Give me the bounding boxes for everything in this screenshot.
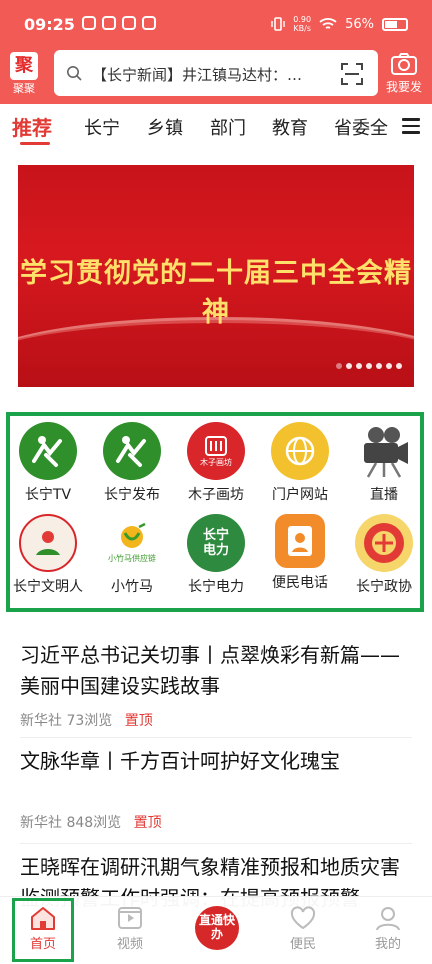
app-logo-label: 聚聚	[13, 82, 35, 95]
nav-video[interactable]: 视频	[100, 905, 160, 952]
shortcut-cppcc[interactable]: 长宁政协	[342, 514, 426, 596]
shortcut-service-phone[interactable]: 便民电话	[258, 514, 342, 592]
carousel-dot[interactable]	[366, 363, 372, 369]
channel-tabs: 推荐 长宁 乡镇 部门 教育 省委全	[0, 104, 432, 150]
active-tab-indicator	[20, 142, 50, 145]
news-meta: 新华社 848浏览 置顶	[20, 812, 412, 832]
phone-book-icon	[275, 514, 325, 568]
shortcut-live[interactable]: 直播	[342, 422, 426, 504]
news-item[interactable]: 习近平总书记关切事丨点翠焕彩有新篇——美丽中国建设实践故事 新华社 73浏览 置…	[20, 640, 412, 730]
search-bar[interactable]: 【长宁新闻】井江镇马达村：…	[54, 50, 378, 96]
banner-carousel[interactable]: 学习贯彻党的二十届三中全会精神	[18, 165, 414, 387]
scan-icon[interactable]	[340, 62, 364, 86]
vibrate-icon	[271, 17, 285, 31]
carousel-dot[interactable]	[396, 363, 402, 369]
tab-education[interactable]: 教育	[272, 114, 308, 140]
news-item[interactable]: 文脉华章丨千方百计呵护好文化瑰宝 新华社 848浏览 置顶	[20, 746, 412, 832]
muzi-studio-icon: 木子画坊	[187, 422, 245, 480]
carousel-dot[interactable]	[336, 363, 342, 369]
divider	[20, 843, 412, 844]
notification-icon	[82, 16, 96, 30]
home-highlight	[12, 898, 74, 962]
status-bar: 09:25 0.90 KB/s 56%	[0, 0, 432, 46]
tab-towns[interactable]: 乡镇	[147, 114, 183, 140]
pinned-badge: 置顶	[124, 713, 153, 729]
shortcut-label: 便民电话	[272, 575, 328, 591]
news-views: 73浏览	[66, 713, 113, 729]
video-icon	[118, 907, 142, 929]
shortcut-label: 长宁发布	[104, 487, 160, 503]
post-button-label: 我要发	[385, 80, 422, 94]
notification-icon	[102, 16, 116, 30]
shortcut-label: 门户网站	[272, 487, 328, 503]
changning-release-icon	[103, 422, 161, 480]
tab-recommend[interactable]: 推荐	[12, 112, 52, 141]
news-source: 新华社	[20, 713, 62, 729]
nav-service[interactable]: 便民	[273, 905, 333, 952]
app-logo[interactable]: 聚	[10, 52, 38, 80]
heart-icon	[290, 906, 316, 930]
live-camera-icon	[355, 422, 413, 480]
shortcut-label: 直播	[370, 487, 398, 503]
net-speed: 0.90 KB/s	[293, 15, 312, 33]
portal-website-icon	[271, 422, 329, 480]
changning-tv-icon	[19, 422, 77, 480]
power-icon: 长宁电力	[187, 514, 245, 572]
news-views: 848浏览	[66, 815, 122, 831]
shortcut-label: 长宁TV	[24, 487, 72, 503]
news-title[interactable]: 文脉华章丨千方百计呵护好文化瑰宝	[20, 746, 412, 777]
carousel-dot[interactable]	[386, 363, 392, 369]
shortcut-label: 长宁文明人	[13, 579, 83, 595]
status-right: 0.90 KB/s 56%	[271, 15, 408, 33]
divider	[20, 737, 412, 738]
search-input[interactable]: 【长宁新闻】井江镇马达村：…	[92, 64, 330, 85]
notification-icons	[82, 16, 156, 30]
shortcut-civilized-person[interactable]: 长宁文明人	[6, 514, 90, 596]
carousel-dots	[336, 363, 402, 369]
pinned-badge: 置顶	[133, 815, 162, 831]
shortcut-label: 长宁电力	[188, 579, 244, 595]
user-icon	[376, 907, 400, 931]
shortcut-bamboo-horse[interactable]: 小竹马供应链 小竹马	[90, 514, 174, 596]
wifi-icon	[319, 18, 337, 29]
carousel-dot[interactable]	[376, 363, 382, 369]
civilized-person-icon	[19, 514, 77, 572]
status-time: 09:25	[24, 15, 75, 34]
tiktok-icon	[142, 16, 156, 30]
shortcut-label: 长宁政协	[356, 579, 412, 595]
shortcut-power[interactable]: 长宁电力 长宁电力	[174, 514, 258, 596]
carousel-dot[interactable]	[356, 363, 362, 369]
shortcut-portal-website[interactable]: 门户网站	[258, 422, 342, 504]
express-service-button[interactable]: 直通快办	[195, 906, 239, 950]
battery-percent: 56%	[345, 16, 374, 32]
news-title[interactable]: 习近平总书记关切事丨点翠焕彩有新篇——美丽中国建设实践故事	[20, 640, 412, 702]
carousel-dot[interactable]	[346, 363, 352, 369]
bamboo-horse-icon: 小竹马供应链	[103, 514, 161, 572]
search-icon	[67, 66, 82, 81]
post-button[interactable]: 我要发	[384, 50, 424, 95]
tab-changning[interactable]: 长宁	[84, 114, 120, 140]
nav-mine[interactable]: 我的	[358, 905, 418, 952]
news-source: 新华社	[20, 815, 62, 831]
shortcut-muzi-studio[interactable]: 木子画坊 木子画坊	[174, 422, 258, 504]
banner-title: 学习贯彻党的二十届三中全会精神	[20, 258, 412, 328]
battery-icon	[382, 17, 408, 31]
camera-icon	[391, 53, 417, 75]
tab-departments[interactable]: 部门	[210, 114, 246, 140]
shortcut-label: 木子画坊	[188, 487, 244, 503]
cppcc-emblem-icon	[355, 514, 413, 572]
notification-icon	[122, 16, 136, 30]
menu-icon[interactable]	[402, 118, 420, 134]
shortcut-changning-release[interactable]: 长宁发布	[90, 422, 174, 504]
tab-provincial[interactable]: 省委全	[334, 114, 388, 140]
shortcut-changning-tv[interactable]: 长宁TV	[6, 422, 90, 504]
news-meta: 新华社 73浏览 置顶	[20, 710, 412, 730]
shortcut-label: 小竹马	[111, 579, 153, 595]
